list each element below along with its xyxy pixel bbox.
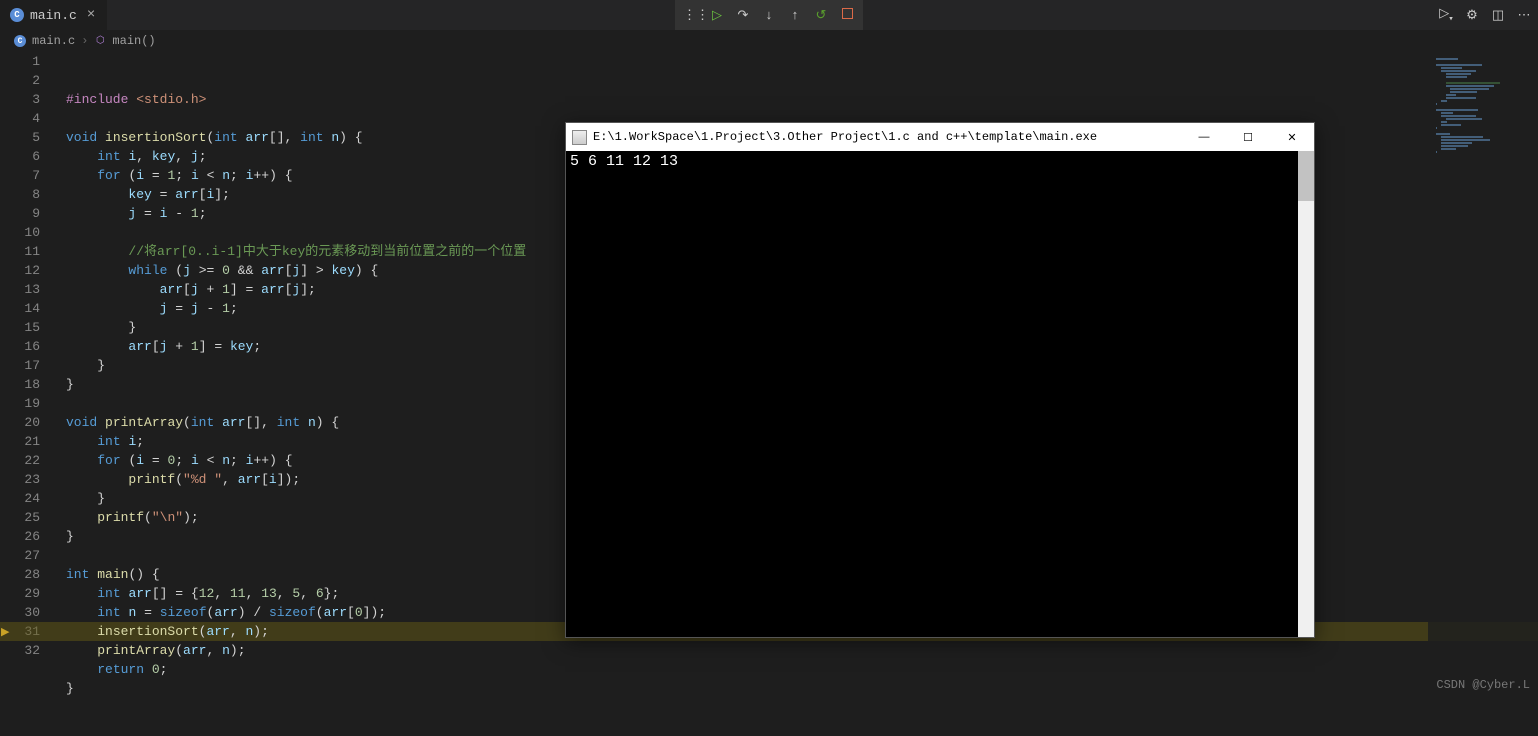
breadcrumb[interactable]: C main.c › ⬡ main() — [0, 30, 1538, 52]
console-app-icon — [572, 130, 587, 145]
console-titlebar[interactable]: E:\1.WorkSpace\1.Project\3.Other Project… — [566, 123, 1314, 151]
settings-gear-icon[interactable]: ⚙ — [1464, 8, 1480, 23]
minimize-button[interactable]: — — [1182, 123, 1226, 151]
more-icon[interactable]: ⋯ — [1516, 8, 1532, 23]
watermark: CSDN @Cyber.L — [1436, 678, 1530, 692]
grip-icon[interactable]: ⋮⋮ — [683, 8, 699, 23]
execution-pointer-icon: ▶ — [1, 625, 13, 637]
step-out-icon[interactable]: ↑ — [787, 8, 803, 23]
breadcrumb-separator: › — [81, 34, 88, 48]
debug-toolbar: ⋮⋮ ▷ ↷ ↓ ↑ ↺ — [675, 0, 863, 30]
close-tab-icon[interactable]: × — [83, 7, 99, 23]
console-scrollbar[interactable] — [1298, 151, 1314, 637]
editor-actions: ▷▾ ⚙ ◫ ⋯ — [1438, 0, 1532, 30]
tab-bar: C main.c × ⋮⋮ ▷ ↷ ↓ ↑ ↺ ▷▾ ⚙ ◫ ⋯ — [0, 0, 1538, 30]
c-file-icon: C — [10, 8, 24, 22]
tab-filename: main.c — [30, 8, 77, 23]
stop-icon[interactable] — [839, 8, 855, 23]
line-number-gutter: 1234567891011121314151617181920212223242… — [16, 52, 54, 694]
console-window: E:\1.WorkSpace\1.Project\3.Other Project… — [565, 122, 1315, 638]
split-editor-icon[interactable]: ◫ — [1490, 8, 1506, 23]
step-over-icon[interactable]: ↷ — [735, 8, 751, 23]
console-title: E:\1.WorkSpace\1.Project\3.Other Project… — [593, 130, 1182, 144]
step-into-icon[interactable]: ↓ — [761, 8, 777, 23]
restart-icon[interactable]: ↺ — [813, 8, 829, 23]
close-button[interactable]: ✕ — [1270, 123, 1314, 151]
breadcrumb-file[interactable]: main.c — [32, 34, 75, 48]
continue-icon[interactable]: ▷ — [709, 8, 725, 23]
function-symbol-icon: ⬡ — [94, 35, 106, 47]
console-output: 5 6 11 12 13 — [570, 153, 678, 170]
breakpoint-gutter[interactable] — [0, 52, 16, 694]
console-output-area: 5 6 11 12 13 — [566, 151, 1314, 637]
scrollbar-thumb[interactable] — [1298, 151, 1314, 201]
c-file-icon: C — [14, 35, 26, 47]
run-menu-icon[interactable]: ▷▾ — [1438, 6, 1454, 24]
editor-tab-main-c[interactable]: C main.c × — [0, 0, 107, 30]
maximize-button[interactable]: ☐ — [1226, 123, 1270, 151]
breadcrumb-symbol[interactable]: main() — [112, 34, 155, 48]
